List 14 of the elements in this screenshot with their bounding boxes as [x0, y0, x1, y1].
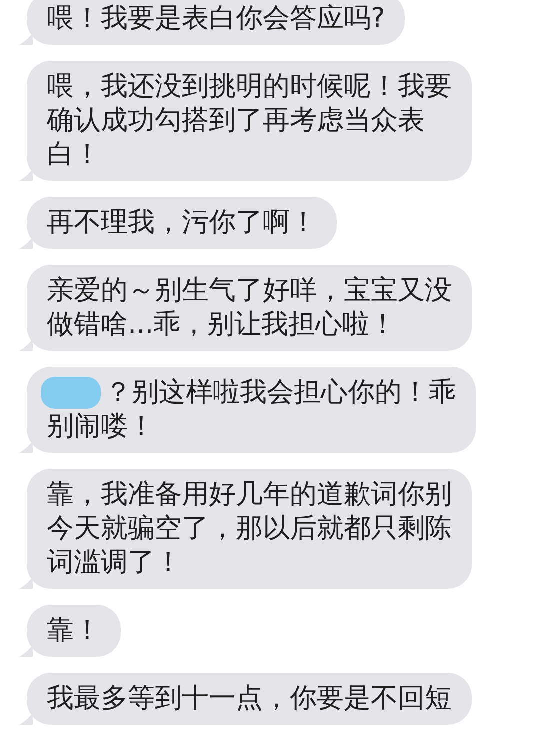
message-line: 喂，我还没到挑明的时候呢！我要: [47, 70, 452, 104]
message-line: 确认成功勾搭到了再考虑当众表: [47, 104, 426, 138]
message-line: 词滥调了！: [47, 546, 183, 580]
message-line: 靠！: [47, 614, 101, 648]
message-line: 我最多等到十一点，你要是不回短: [47, 682, 452, 716]
message-line: 白！: [47, 138, 102, 172]
message-line: 亲爱的～别生气了好咩，宝宝又没: [47, 274, 452, 308]
message-line: 今天就骗空了，那以后就都只剩陈: [47, 512, 452, 546]
message-line: 再不理我，污你了啊！: [47, 206, 317, 240]
message-line: 做错啥...乖，别让我担心啦！: [47, 308, 398, 342]
message-line: 别闹喽！: [47, 410, 156, 444]
message-line: ？别这样啦我会担心你的！乖: [104, 376, 456, 410]
message-line: 靠，我准备用好几年的道歉词你别: [47, 478, 452, 512]
message-line: 喂！我要是表白你会答应吗?: [47, 2, 386, 36]
